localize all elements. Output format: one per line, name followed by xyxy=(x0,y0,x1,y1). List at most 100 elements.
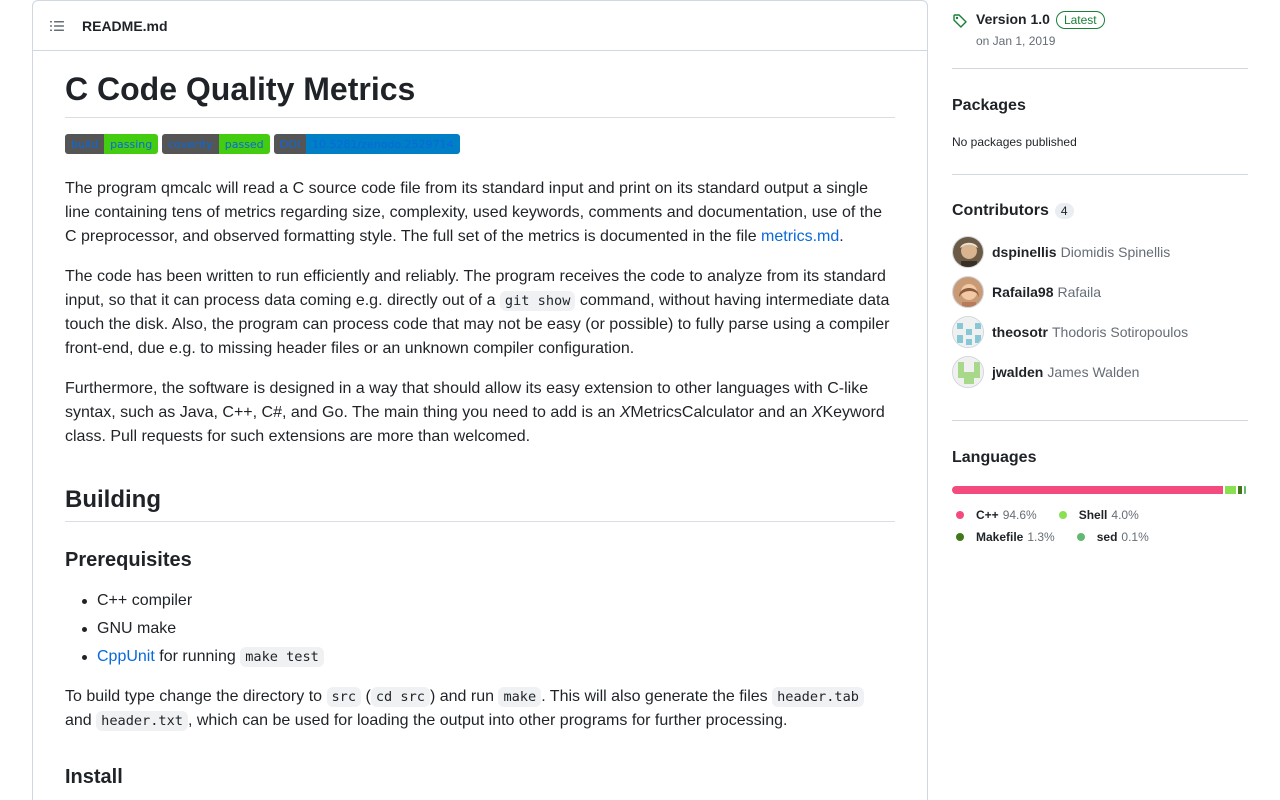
contributors-count: 4 xyxy=(1054,203,1074,219)
language-bar xyxy=(952,486,1248,494)
language-name: sed xyxy=(1096,530,1118,544)
contributors-heading[interactable]: Contributors 4 xyxy=(952,202,1248,220)
paragraph-text: The program qmcalc will read a C source … xyxy=(65,180,883,245)
latest-badge: Latest xyxy=(1055,11,1105,29)
build-badge[interactable]: build passing xyxy=(65,134,159,154)
language-item[interactable]: Makefile 1.3% xyxy=(952,526,1055,548)
packages-section: Packages No packages published xyxy=(952,97,1248,149)
badge-value: passed xyxy=(218,134,270,154)
divider xyxy=(952,174,1248,175)
contributor-login[interactable]: jwalden xyxy=(992,364,1043,380)
language-percent: 4.0% xyxy=(1111,508,1139,522)
metrics-link[interactable]: metrics.md xyxy=(761,228,839,245)
languages-section: Languages C++ 94.6% Shell 4.0% Makefile 1.3% s… xyxy=(952,449,1248,548)
readme-title: C Code Quality Metrics xyxy=(65,69,895,118)
doi-badge[interactable]: DOI 10.5281/zenodo.2529714 xyxy=(273,134,460,154)
language-list: C++ 94.6% Shell 4.0% Makefile 1.3% sed 0.1% xyxy=(952,504,1182,548)
paragraph-text: MetricsCalculator and an xyxy=(630,404,812,421)
language-name: Shell xyxy=(1078,508,1108,522)
coverity-badge[interactable]: coverity passed xyxy=(162,134,270,154)
building-heading: Building xyxy=(65,485,895,522)
inline-code: src xyxy=(326,687,362,707)
language-color-dot xyxy=(1076,533,1085,541)
language-item[interactable]: Shell 4.0% xyxy=(1055,504,1139,526)
paragraph-text: . xyxy=(839,228,844,245)
list-item: CppUnit for running make test xyxy=(82,645,895,669)
contributor-row[interactable]: Rafaila98 Rafaila xyxy=(952,276,1248,308)
intro-paragraph: The program qmcalc will read a C source … xyxy=(65,177,895,249)
paragraph-text: and xyxy=(65,712,97,729)
language-bar-segment xyxy=(1244,486,1246,494)
language-color-dot xyxy=(956,533,964,541)
contributor-row[interactable]: theosotr Thodoris Sotiropoulos xyxy=(952,316,1248,348)
language-color-dot xyxy=(1058,511,1067,519)
contributor-login[interactable]: Rafaila98 xyxy=(992,284,1053,300)
readme-header: README.md xyxy=(33,1,927,51)
inline-code: header.txt xyxy=(96,711,188,731)
italic-text: X xyxy=(619,404,631,421)
release-block: Version 1.0 Latest on Jan 1, 2019 xyxy=(952,11,1248,48)
avatar[interactable] xyxy=(952,276,984,308)
badge-label: build xyxy=(65,134,105,154)
paragraph-text: , which can be used for loading the outp… xyxy=(187,712,788,729)
badge-value: 10.5281/zenodo.2529714 xyxy=(306,134,460,154)
contributor-row[interactable]: dspinellis Diomidis Spinellis xyxy=(952,236,1248,268)
prerequisites-list: C++ compiler GNU make CppUnit for runnin… xyxy=(65,589,895,669)
language-bar-segment xyxy=(1238,486,1243,494)
language-percent: 94.6% xyxy=(1002,508,1037,522)
contributor-name: Rafaila xyxy=(1057,284,1102,300)
sidebar: Version 1.0 Latest on Jan 1, 2019 Package… xyxy=(952,0,1248,548)
badge-row: build passing coverity passed DOI 10.5281/z… xyxy=(65,134,895,154)
paragraph-text: . This will also generate the files xyxy=(541,688,773,705)
language-item[interactable]: sed 0.1% xyxy=(1073,526,1149,548)
bullet-icon xyxy=(82,599,87,604)
badge-value: passing xyxy=(104,134,159,154)
language-percent: 0.1% xyxy=(1121,530,1149,544)
release-title[interactable]: Version 1.0 xyxy=(976,11,1050,27)
contributor-login[interactable]: dspinellis xyxy=(992,244,1057,260)
prerequisites-heading: Prerequisites xyxy=(65,549,192,571)
packages-empty-text: No packages published xyxy=(952,135,1077,149)
install-heading: Install xyxy=(65,766,123,788)
paragraph-text: To build type change the directory to xyxy=(65,688,327,705)
badge-label: coverity xyxy=(162,134,219,154)
language-item[interactable]: C++ 94.6% xyxy=(952,504,1037,526)
avatar[interactable] xyxy=(952,356,984,388)
inline-code: cd src xyxy=(370,687,430,707)
readme-panel: README.md C Code Quality Metrics build pa… xyxy=(32,0,928,800)
bullet-icon xyxy=(82,627,87,632)
inline-code: git show xyxy=(499,291,576,311)
extension-paragraph: Furthermore, the software is designed in… xyxy=(65,377,895,449)
paragraph-text: ( xyxy=(361,688,371,705)
language-bar-segment xyxy=(952,486,1223,494)
contributor-row[interactable]: jwalden James Walden xyxy=(952,356,1248,388)
list-icon[interactable] xyxy=(49,18,65,34)
divider xyxy=(952,420,1248,421)
contributor-name: Thodoris Sotiropoulos xyxy=(1052,324,1189,340)
language-name: C++ xyxy=(976,508,999,522)
list-item-text: for running xyxy=(154,648,241,665)
contributors-title: Contributors xyxy=(952,202,1049,219)
cppunit-link[interactable]: CppUnit xyxy=(97,648,155,665)
avatar[interactable] xyxy=(952,236,984,268)
language-percent: 1.3% xyxy=(1027,530,1055,544)
list-item-text: GNU make xyxy=(97,620,177,637)
inline-code: header.tab xyxy=(772,687,864,707)
list-item: C++ compiler xyxy=(82,589,895,613)
italic-text: X xyxy=(811,404,823,421)
inline-code: make test xyxy=(240,647,324,667)
contributor-login[interactable]: theosotr xyxy=(992,324,1048,340)
paragraph-text: ) and run xyxy=(429,688,499,705)
languages-heading: Languages xyxy=(952,449,1037,466)
readme-filename[interactable]: README.md xyxy=(82,18,168,34)
packages-heading[interactable]: Packages xyxy=(952,97,1248,115)
tag-icon xyxy=(952,13,968,29)
language-name: Makefile xyxy=(976,530,1024,544)
list-item-text: C++ compiler xyxy=(97,592,193,609)
contributor-name: James Walden xyxy=(1047,364,1140,380)
efficiency-paragraph: The code has been written to run efficie… xyxy=(65,265,895,361)
bullet-icon xyxy=(82,655,87,660)
readme-content: C Code Quality Metrics build passing cove… xyxy=(65,51,895,790)
contributor-name: Diomidis Spinellis xyxy=(1060,244,1171,260)
avatar[interactable] xyxy=(952,316,984,348)
